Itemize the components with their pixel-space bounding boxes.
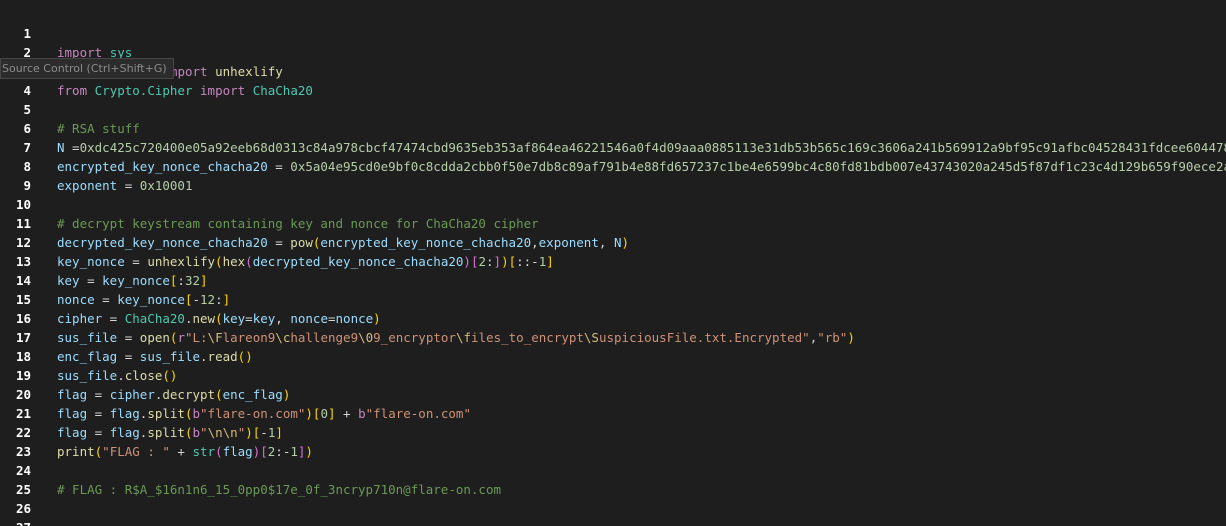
code-line-16: 16 sus_file = open(r"L:\Flareon9\challen… [0, 290, 1226, 345]
source-control-tooltip: Source Control (Ctrl+Shift+G) [0, 58, 174, 79]
code-line-18: 18 sus_file.close() [0, 328, 1226, 383]
code-line-3: 3 from Crypto.Cipher import ChaCha20 [0, 43, 1226, 98]
code-line-17: 17 enc_flag = sus_file.read() [0, 309, 1226, 364]
code-line-20: 20 flag = flag.split(b"flare-on.com")[0]… [0, 366, 1226, 421]
code-line-22: 22 print("FLAG : " + str(flag)[2:-1]) [0, 404, 1226, 459]
code-line-23: 23 [0, 423, 1226, 459]
code-line-19: 19 flag = cipher.decrypt(enc_flag) [0, 347, 1226, 402]
editor-lines: 1 import sys 2 from binascii import unhe… [0, 5, 1226, 526]
code-line-10: 10 # decrypt keystream containing key an… [0, 176, 1226, 231]
code-line-2: 2 from binascii import unhexlify [0, 24, 1226, 79]
code-line-6: 6 N =0xdc425c720400e05a92eeb68d0313c84a9… [0, 100, 1226, 155]
code-line-1: 1 import sys [0, 5, 1226, 60]
code-line-9: 9 [0, 157, 1226, 193]
code-line-14: 14 nonce = key_nonce[-12:] [0, 252, 1226, 307]
code-line-4: 4 [0, 62, 1226, 98]
code-line-11: 11 decrypted_key_nonce_chacha20 = pow(en… [0, 195, 1226, 250]
code-line-27: 27 [0, 499, 1226, 526]
code-line-7: 7 encrypted_key_nonce_chacha20 = 0x5a04e… [0, 119, 1226, 174]
code-editor[interactable]: 1 import sys 2 from binascii import unhe… [0, 0, 1226, 526]
code-line-8: 8 exponent = 0x10001 [0, 138, 1226, 193]
code-line-15: 15 cipher = ChaCha20.new(key=key, nonce=… [0, 271, 1226, 326]
code-line-21: 21 flag = flag.split(b"\n\n")[-1] [0, 385, 1226, 440]
line-number: 27 [0, 518, 31, 526]
code-line-13: 13 key = key_nonce[:32] [0, 233, 1226, 288]
code-line-26: 26 [0, 480, 1226, 516]
code-line-24: 24 # FLAG : R$A_$16n1n6_15_0pp0$17e_0f_3… [0, 442, 1226, 497]
code-line-25: 25 [0, 461, 1226, 497]
code-line-5: 5 # RSA stuff [0, 81, 1226, 136]
code-line-12: 12 key_nonce = unhexlify(hex(decrypted_k… [0, 214, 1226, 269]
